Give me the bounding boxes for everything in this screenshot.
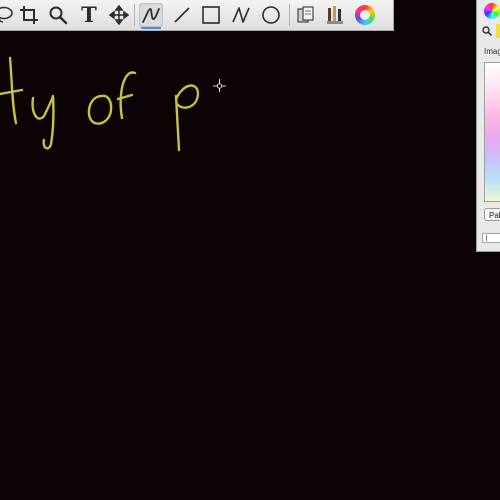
text-tool[interactable]: T (77, 3, 101, 27)
image-palette-label: Imag (484, 47, 500, 56)
ellipse-icon (262, 6, 280, 24)
color-picker-panel: Imag Pal (476, 0, 500, 252)
magnifier-icon (49, 6, 68, 25)
rectangle-icon (202, 6, 220, 24)
drawing-canvas[interactable] (0, 0, 500, 500)
rectangle-tool[interactable] (199, 3, 223, 27)
zoom-tool[interactable] (46, 3, 70, 27)
line-tool[interactable] (170, 3, 194, 27)
pen-stroke-icon (142, 8, 160, 23)
move-arrows-icon (109, 5, 129, 25)
palettes-button[interactable]: Pal (484, 208, 500, 221)
color-wheel-icon[interactable] (484, 3, 500, 19)
ellipse-tool[interactable] (259, 3, 283, 27)
crop-tool[interactable] (17, 3, 41, 27)
lasso-tool[interactable] (0, 3, 16, 27)
curve-icon (232, 7, 250, 23)
clone-icon (297, 6, 314, 23)
move-tool[interactable] (107, 3, 131, 27)
selected-color-swatch[interactable] (496, 24, 500, 38)
color-wheel-tool[interactable] (353, 3, 377, 27)
pen-tool[interactable] (139, 3, 163, 29)
opacity-slider[interactable] (482, 233, 500, 243)
color-spectrum[interactable] (484, 62, 500, 202)
brushes-icon (327, 6, 343, 24)
line-icon (174, 7, 190, 23)
search-icon[interactable] (482, 26, 493, 39)
crop-icon (20, 6, 38, 24)
stroke-letter-o (87, 94, 113, 125)
clone-tool[interactable] (294, 3, 318, 27)
stroke-letter-y (31, 94, 55, 150)
color-wheel-icon (355, 5, 375, 25)
stroke-letter-p-bowl (174, 84, 200, 109)
app-window: T Ima Pal (0, 0, 500, 500)
drawing-toolbar: T (0, 0, 394, 31)
handwriting-strokes (0, 56, 200, 152)
curve-tool[interactable] (229, 3, 253, 27)
crosshair-icon (213, 79, 226, 92)
text-icon: T (81, 2, 97, 27)
lasso-icon (0, 6, 13, 23)
brushes-tool[interactable] (323, 3, 347, 27)
